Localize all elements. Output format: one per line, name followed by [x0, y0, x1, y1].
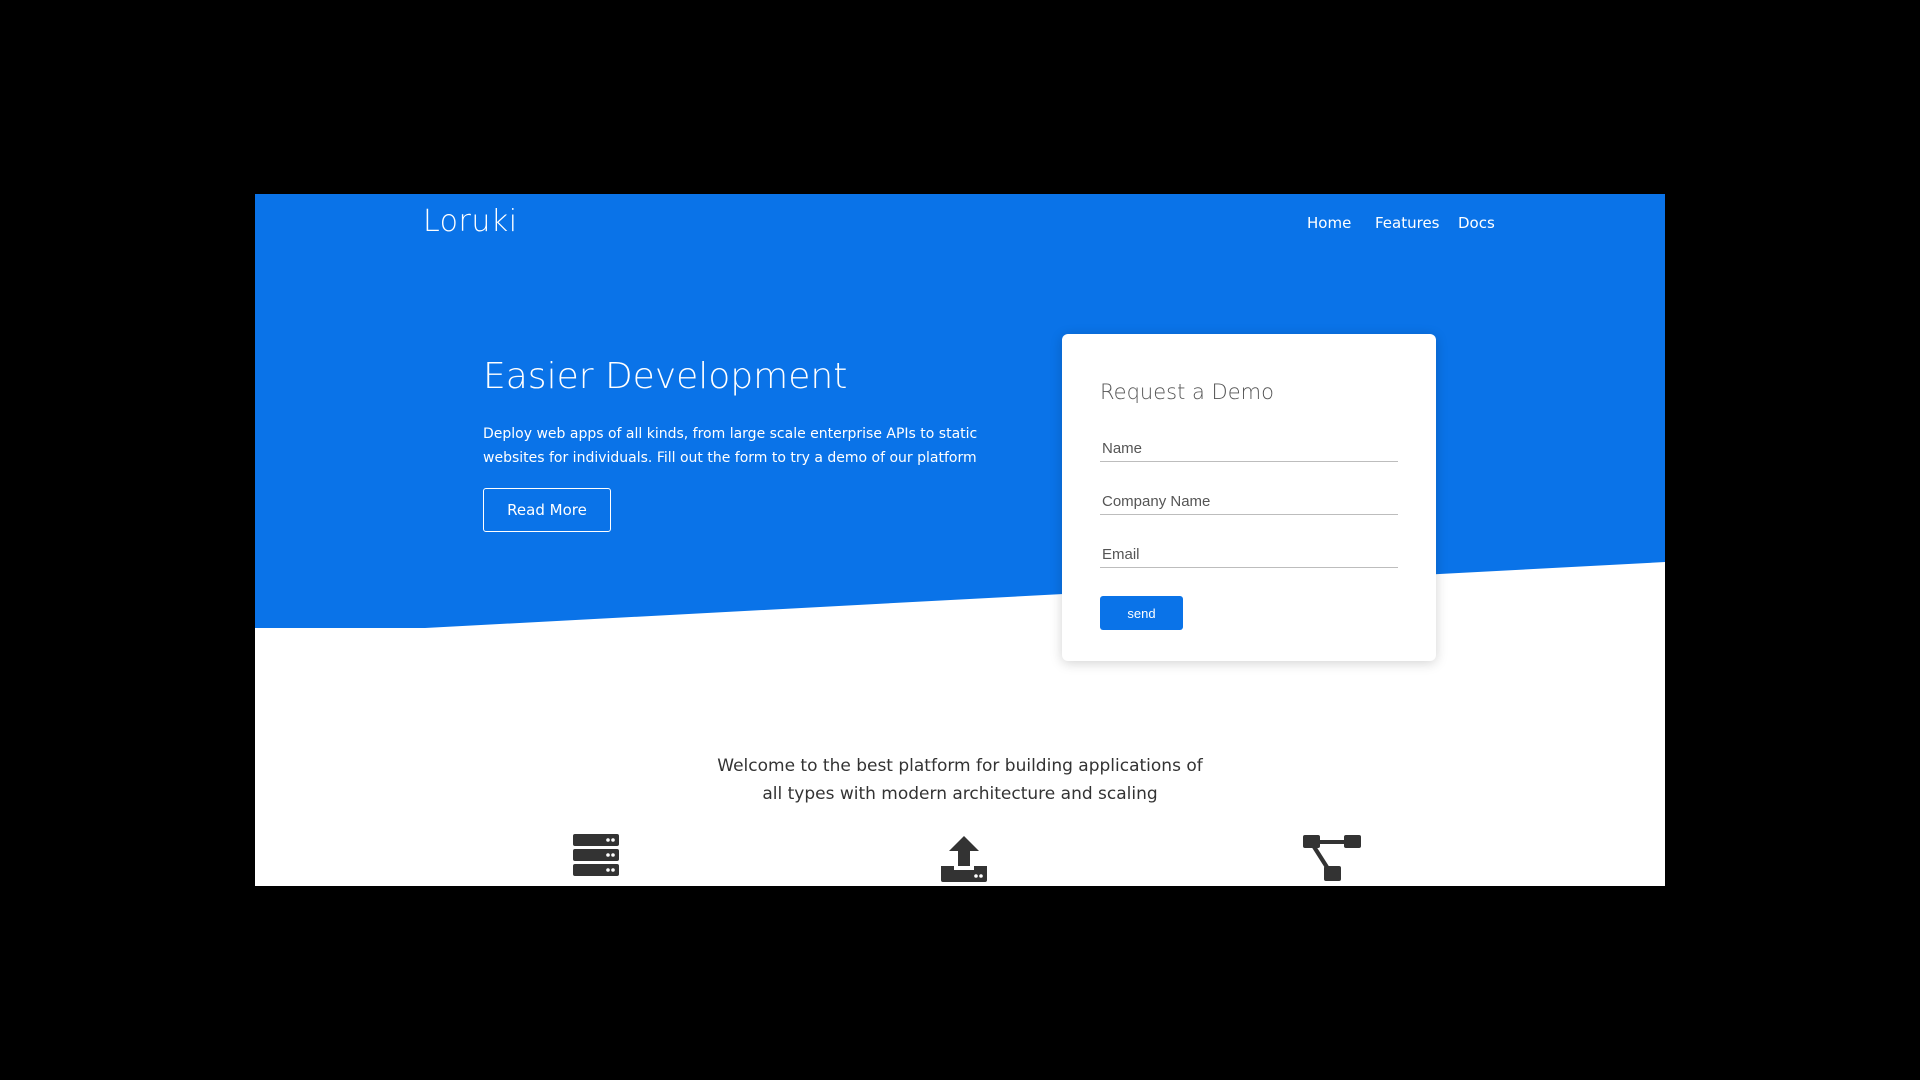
- hero-description: Deploy web apps of all kinds, from large…: [483, 426, 978, 466]
- send-button[interactable]: send: [1100, 596, 1183, 630]
- main-nav: Home Features Docs: [255, 214, 1665, 244]
- hero-background: [255, 194, 1665, 628]
- welcome-text: Welcome to the best platform for buildin…: [717, 756, 1203, 804]
- nav-home[interactable]: Home: [1307, 214, 1351, 232]
- nav-docs[interactable]: Docs: [1458, 214, 1495, 232]
- company-name-input[interactable]: [1100, 489, 1398, 515]
- server-icon: [573, 834, 619, 876]
- network-icon: [1303, 835, 1361, 881]
- read-more-button[interactable]: Read More: [483, 488, 611, 532]
- nav-features[interactable]: Features: [1375, 214, 1440, 232]
- browser-viewport: Loruki Home Features Docs Easier Develop…: [255, 194, 1665, 886]
- email-input[interactable]: [1100, 542, 1398, 568]
- upload-icon: [941, 836, 987, 882]
- demo-request-card: Request a Demo send: [1062, 334, 1436, 661]
- name-input[interactable]: [1100, 436, 1398, 462]
- demo-form-title: Request a Demo: [1100, 380, 1274, 404]
- hero-title: Easier Development: [483, 356, 848, 397]
